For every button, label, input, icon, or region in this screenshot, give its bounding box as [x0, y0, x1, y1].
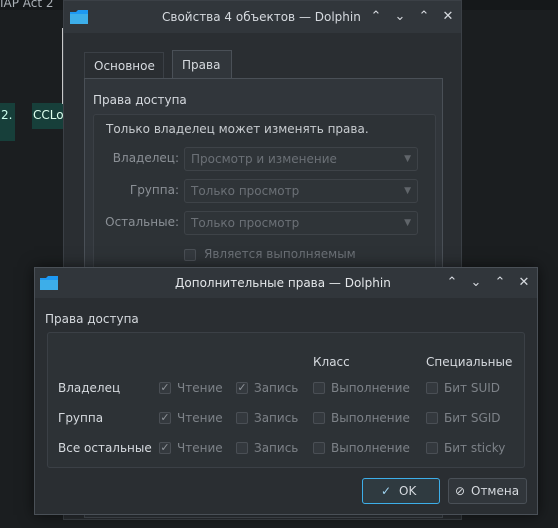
executable-label: Является выполняемым [204, 247, 356, 261]
cancel-icon: ⊘ [455, 484, 466, 498]
class-column-header: Класс [313, 355, 350, 369]
tab-permissions[interactable]: Права [172, 50, 232, 78]
owner-read-checkbox[interactable]: ✓ [159, 382, 171, 394]
others-write-checkbox[interactable] [236, 442, 248, 454]
owner-combo-value: Просмотр и изменение [191, 152, 337, 166]
owner-combo[interactable]: Просмотр и изменение ▼ [184, 147, 418, 171]
keep-above-icon[interactable]: ⌃ [368, 9, 384, 25]
ok-label: OK [399, 484, 417, 498]
sticky-checkbox[interactable] [426, 442, 438, 454]
executable-checkbox[interactable] [184, 249, 196, 261]
group-write-label: Запись [254, 411, 299, 425]
desktop-item-label: 2. [1, 108, 13, 122]
folder-icon [40, 276, 58, 290]
group-label: Группа: [129, 183, 179, 197]
desktop-item[interactable]: CCLo [32, 103, 64, 129]
section-title: Права доступа [93, 93, 187, 107]
owner-only-note: Только владелец может изменять права. [106, 122, 369, 136]
sgid-checkbox[interactable] [426, 412, 438, 424]
chevron-down-icon: ▼ [404, 154, 411, 164]
owner-row-label: Владелец [58, 381, 121, 395]
owner-label: Владелец: [112, 151, 179, 165]
special-column-header: Специальные [426, 355, 513, 369]
desktop-item[interactable]: 2. [0, 103, 15, 141]
chevron-down-icon: ▼ [404, 186, 411, 196]
group-exec-checkbox[interactable] [313, 412, 325, 424]
others-exec-label: Выполнение [331, 441, 410, 455]
advanced-permissions-dialog: Дополнительные права — Dolphin ⌃ ⌄ ⌃ ✕ П… [34, 267, 538, 515]
ok-button[interactable]: ✓ OK [362, 478, 440, 504]
dialog-titlebar[interactable]: Дополнительные права — Dolphin ⌃ ⌄ ⌃ ✕ [35, 268, 537, 298]
maximize-icon[interactable]: ⌃ [492, 275, 508, 291]
tab-label: Основное [94, 59, 155, 73]
desktop-window-title: IAP Act 2 [0, 0, 54, 10]
minimize-icon[interactable]: ⌄ [468, 275, 484, 291]
cancel-label: Отмена [471, 484, 520, 498]
suid-checkbox[interactable] [426, 382, 438, 394]
others-label: Остальные: [105, 215, 179, 229]
others-exec-checkbox[interactable] [313, 442, 325, 454]
keep-above-icon[interactable]: ⌃ [444, 275, 460, 291]
group-write-checkbox[interactable] [236, 412, 248, 424]
suid-label: Бит SUID [444, 381, 501, 395]
group-read-checkbox[interactable]: ✓ [159, 412, 171, 424]
desktop-item-label: CCLo [33, 108, 64, 122]
others-write-label: Запись [254, 441, 299, 455]
owner-write-checkbox[interactable]: ✓ [236, 382, 248, 394]
owner-exec-checkbox[interactable] [313, 382, 325, 394]
dialog-title: Дополнительные права — Dolphin [175, 276, 391, 290]
tab-general[interactable]: Основное [84, 52, 164, 78]
others-read-label: Чтение [177, 441, 223, 455]
section-title: Права доступа [45, 312, 139, 326]
group-row-label: Группа [58, 411, 104, 425]
others-row-label: Все остальные [58, 441, 152, 455]
group-exec-label: Выполнение [331, 411, 410, 425]
sticky-label: Бит sticky [444, 441, 506, 455]
chevron-down-icon: ▼ [404, 218, 411, 228]
close-icon[interactable]: ✕ [440, 9, 456, 25]
owner-read-label: Чтение [177, 381, 223, 395]
folder-icon [70, 10, 88, 24]
tab-label: Права [182, 58, 221, 72]
others-combo-value: Только просмотр [191, 216, 300, 230]
maximize-icon[interactable]: ⌃ [416, 9, 432, 25]
others-read-checkbox[interactable]: ✓ [159, 442, 171, 454]
group-combo-value: Только просмотр [191, 184, 300, 198]
cancel-button[interactable]: ⊘ Отмена [448, 478, 527, 504]
close-icon[interactable]: ✕ [516, 275, 532, 291]
owner-write-label: Запись [254, 381, 299, 395]
group-combo[interactable]: Только просмотр ▼ [184, 179, 418, 203]
sgid-label: Бит SGID [444, 411, 501, 425]
others-combo[interactable]: Только просмотр ▼ [184, 211, 418, 235]
window-titlebar[interactable]: Свойства 4 объектов — Dolphin ⌃ ⌄ ⌃ ✕ [64, 1, 461, 33]
group-read-label: Чтение [177, 411, 223, 425]
checkmark-icon: ✓ [381, 484, 392, 498]
window-title: Свойства 4 объектов — Dolphin [162, 10, 361, 24]
owner-exec-label: Выполнение [331, 381, 410, 395]
permissions-grid: Класс Специальные Владелец ✓ Чтение ✓ За… [47, 332, 525, 468]
minimize-icon[interactable]: ⌄ [392, 9, 408, 25]
